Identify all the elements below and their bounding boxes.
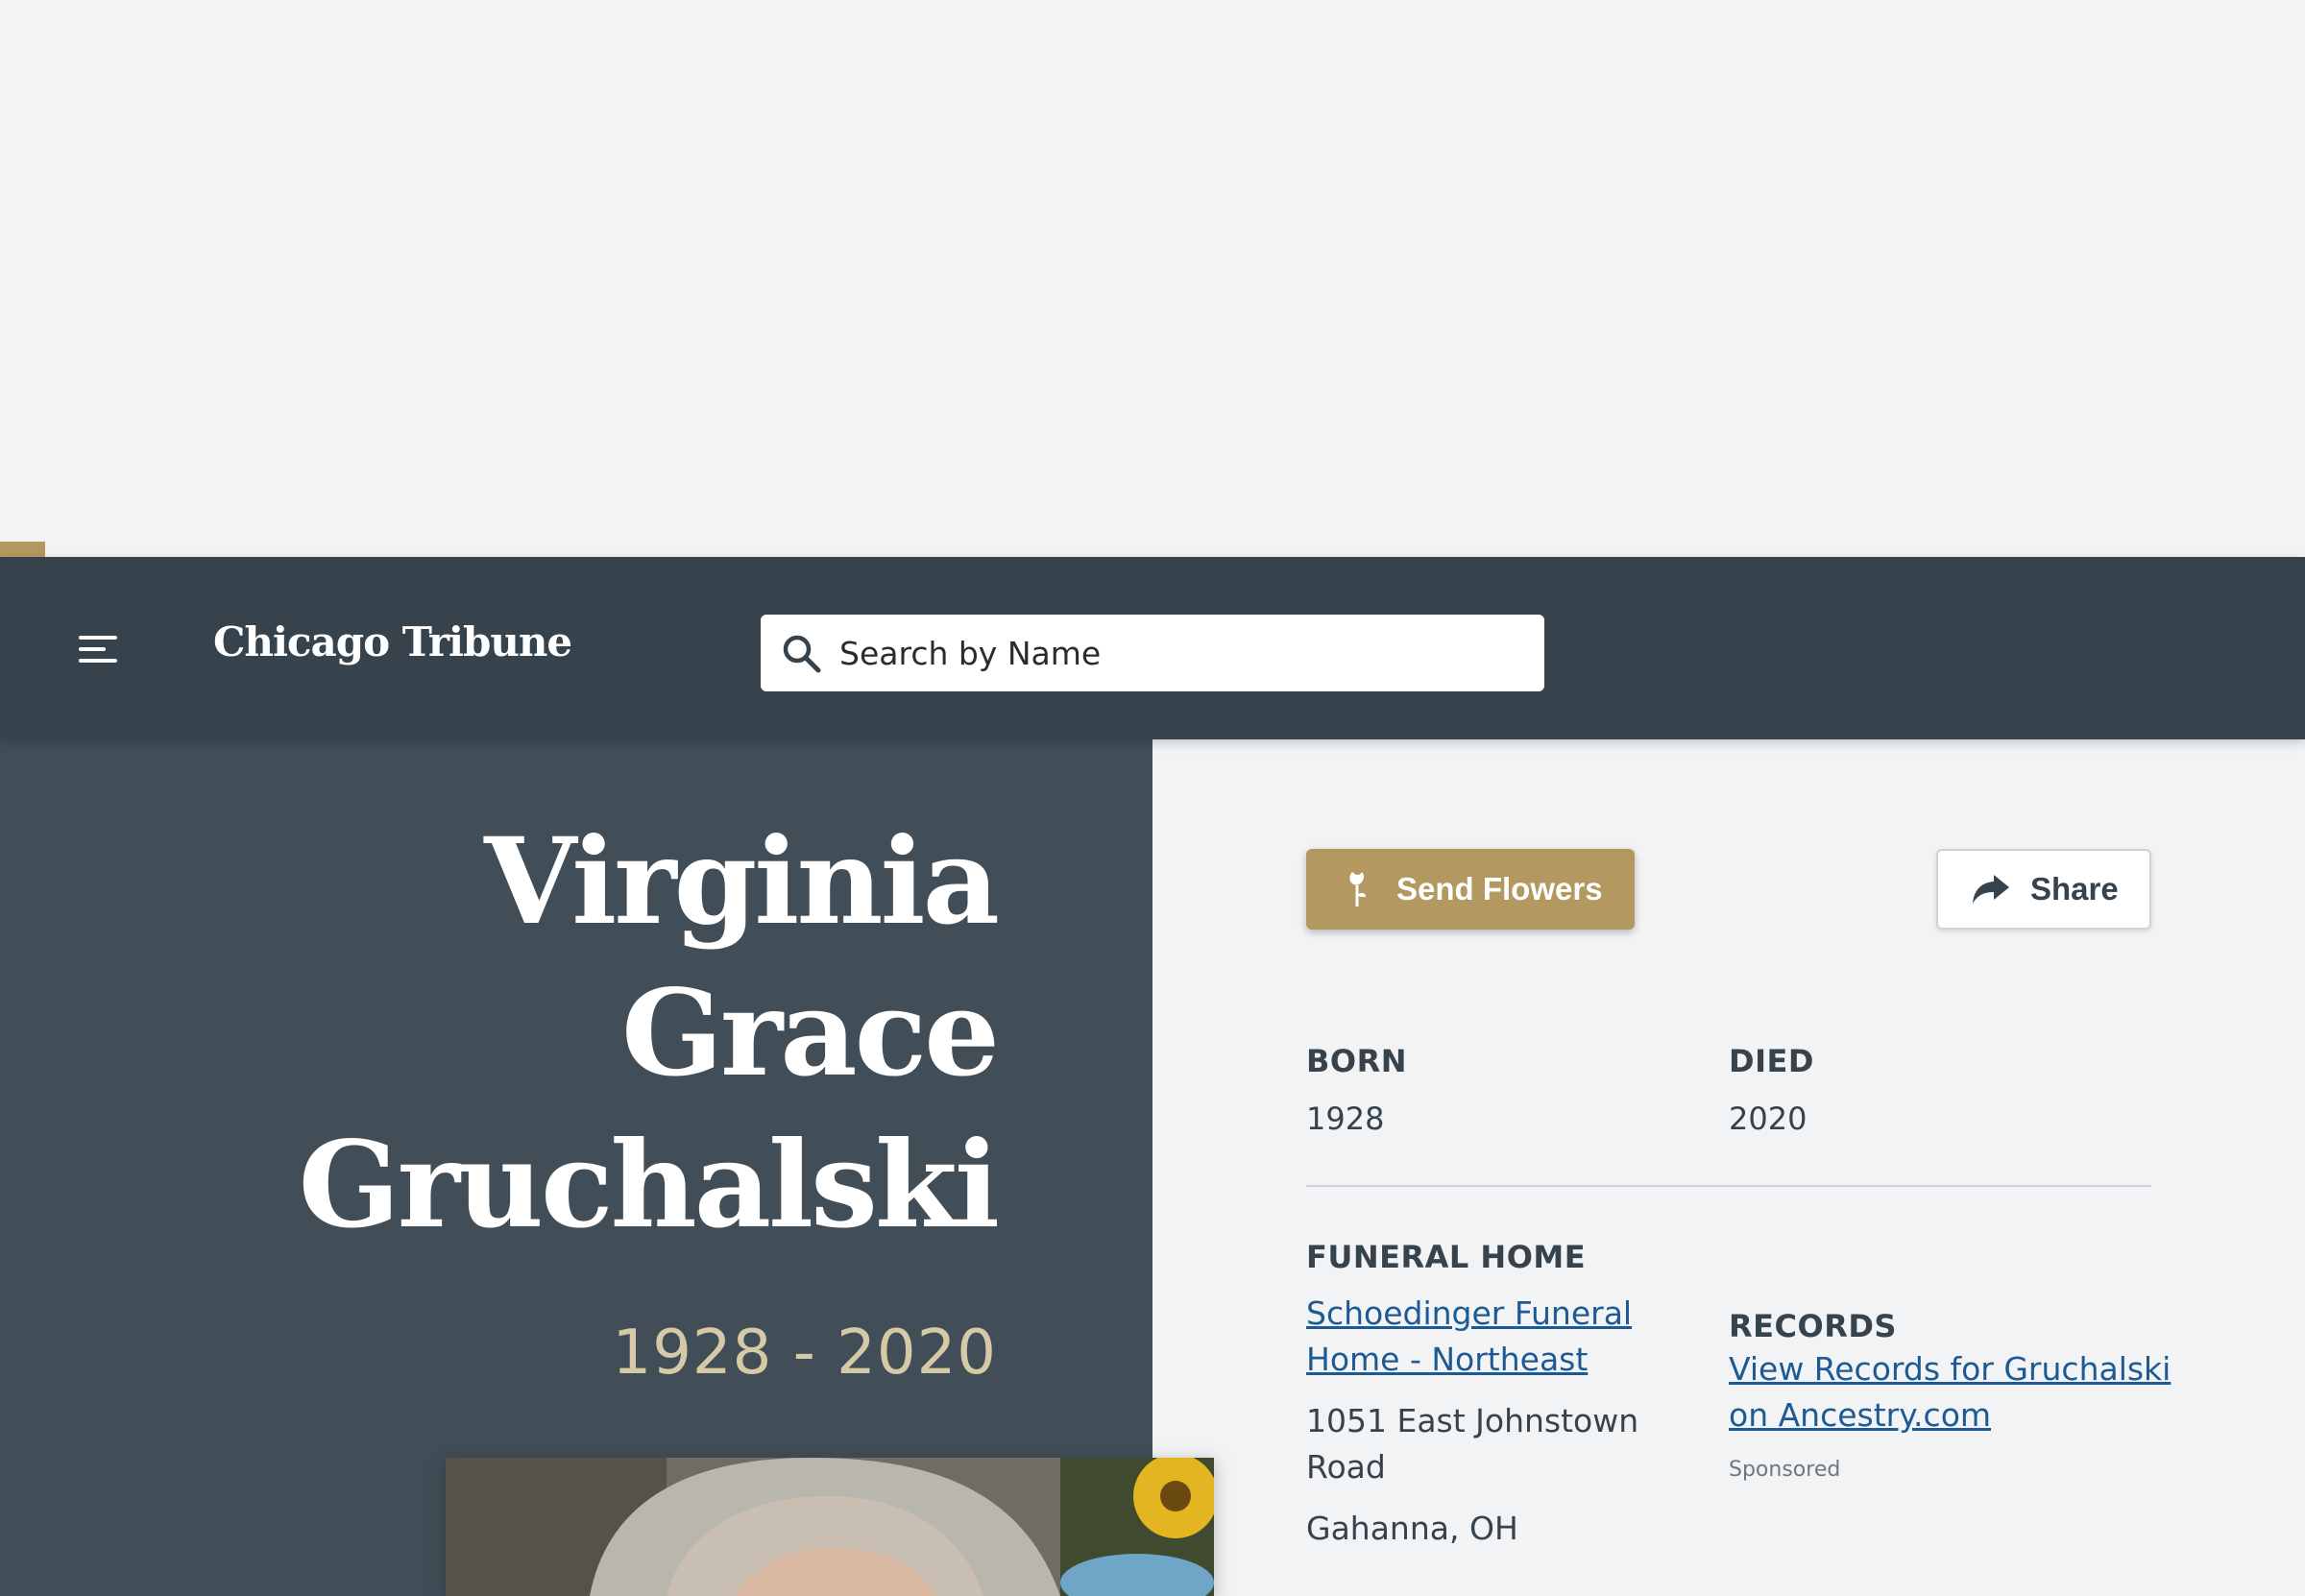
hamburger-icon-bar	[79, 647, 106, 651]
records-link-line: on Ancestry.com	[1729, 1396, 1992, 1434]
funeral-home-link-line: Schoedinger Funeral	[1306, 1294, 1633, 1332]
name-line: Virginia	[484, 812, 1000, 952]
send-flowers-button[interactable]: Send Flowers	[1306, 849, 1635, 930]
menu-button[interactable]	[79, 634, 121, 665]
name-line: Gruchalski	[298, 1116, 1000, 1255]
died-value: 2020	[1729, 1100, 1808, 1137]
hamburger-icon-bar	[79, 659, 117, 663]
share-arrow-icon	[1973, 875, 2009, 904]
hamburger-icon	[79, 636, 117, 640]
born-value: 1928	[1306, 1100, 1385, 1137]
funeral-home-label: FUNERAL HOME	[1306, 1239, 1587, 1275]
funeral-home-address: 1051 East Johnstown Road	[1306, 1398, 1638, 1490]
ancestry-records-link[interactable]: View Records for Gruchalski on Ancestry.…	[1729, 1346, 2171, 1439]
obituary-photo[interactable]	[446, 1458, 1214, 1596]
site-logo[interactable]: Chicago Tribune	[213, 618, 572, 665]
search-input[interactable]	[839, 615, 1531, 691]
ad-space	[0, 0, 2305, 557]
share-button[interactable]: Share	[1936, 849, 2151, 930]
name-line: Grace	[621, 964, 1000, 1103]
send-flowers-label: Send Flowers	[1396, 871, 1603, 907]
life-dates: 1928 - 2020	[612, 1318, 997, 1389]
details-divider	[1306, 1185, 2151, 1187]
died-label: DIED	[1729, 1043, 1814, 1079]
address-line: 1051 East Johnstown	[1306, 1402, 1639, 1439]
share-label: Share	[2030, 871, 2119, 907]
deceased-name: Virginia Grace Gruchalski	[267, 807, 1000, 1262]
funeral-home-link-line: Home - Northeast	[1306, 1341, 1589, 1378]
records-label: RECORDS	[1729, 1308, 1897, 1344]
born-label: BORN	[1306, 1043, 1408, 1079]
portrait-image	[446, 1458, 1214, 1596]
rose-icon	[1349, 872, 1366, 907]
funeral-home-city: Gahanna, OH	[1306, 1510, 1518, 1547]
accent-tab	[0, 542, 45, 557]
sponsored-label: Sponsored	[1729, 1458, 1841, 1482]
search-icon	[783, 635, 821, 673]
funeral-home-link[interactable]: Schoedinger Funeral Home - Northeast	[1306, 1291, 1632, 1383]
address-line: Road	[1306, 1448, 1386, 1486]
search-box[interactable]	[761, 615, 1544, 691]
records-link-line: View Records for Gruchalski	[1729, 1350, 2172, 1388]
